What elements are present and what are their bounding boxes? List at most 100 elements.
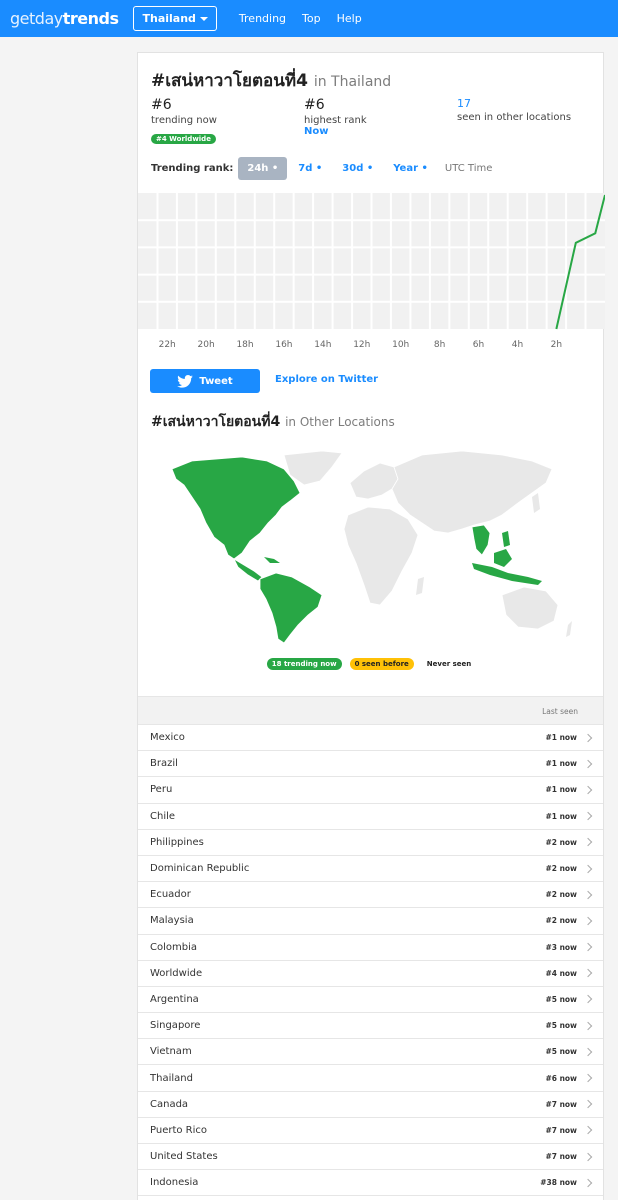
map-south-america[interactable] <box>259 572 323 644</box>
table-row[interactable]: Singapore #5 now <box>138 1013 603 1040</box>
location-rank: #38 now <box>540 1178 577 1188</box>
location-rank: #2 now <box>545 837 577 847</box>
range-tab-7d[interactable]: 7d • <box>289 157 331 180</box>
location-name: Puerto Rico <box>150 1124 208 1136</box>
table-row[interactable]: Argentina #5 now <box>138 987 603 1014</box>
location-name: Peru <box>150 784 173 796</box>
location-name: Dominican Republic <box>150 863 250 875</box>
range-tab-24h-label: 24h <box>247 163 269 174</box>
map-europe[interactable] <box>349 462 399 500</box>
map-madagascar[interactable] <box>416 577 424 595</box>
range-tab-30d[interactable]: 30d • <box>333 157 382 180</box>
table-row[interactable]: Peru #1 now <box>138 777 603 804</box>
chevron-right-icon <box>583 733 593 742</box>
location-rank: #5 now <box>545 1047 577 1057</box>
map-borneo[interactable] <box>494 549 512 567</box>
location-dropdown-label: Thailand <box>142 12 196 25</box>
highest-rank-when: Now <box>304 126 329 137</box>
table-row[interactable]: United States #7 now <box>138 1144 603 1171</box>
location-name: Canada <box>150 1098 189 1110</box>
chart-x-tick-label: 18h <box>236 340 253 350</box>
table-row[interactable]: Chile #1 now <box>138 804 603 830</box>
other-locations-title: #เสน่หาวาโยตอนที่4 in Other Locations <box>151 411 395 433</box>
chevron-right-icon <box>583 759 593 769</box>
chevron-right-icon <box>583 890 593 899</box>
chevron-right-icon <box>583 1099 593 1109</box>
chevron-right-icon <box>583 942 593 952</box>
twitter-bird-icon <box>177 374 194 388</box>
nav-link-trending[interactable]: Trending <box>239 12 286 25</box>
chevron-right-icon <box>583 1021 593 1030</box>
chevron-right-icon <box>583 1047 593 1057</box>
chart-x-tick-label: 4h <box>512 340 523 350</box>
map-philippines[interactable] <box>502 531 510 547</box>
chevron-right-icon <box>583 838 593 847</box>
chevron-right-icon <box>583 1152 593 1161</box>
highest-rank-label: highest rank <box>304 115 367 126</box>
table-row[interactable]: Brazil #1 now <box>138 751 603 778</box>
world-map[interactable] <box>172 449 572 644</box>
location-rank: #2 now <box>545 916 577 926</box>
table-row[interactable]: Indonesia #38 now <box>138 1170 603 1197</box>
logo-part-trends: trends <box>62 9 119 28</box>
location-rank: #1 now <box>545 785 577 795</box>
location-name: Chile <box>150 810 176 822</box>
table-row[interactable]: Puerto Rico #7 now <box>138 1118 603 1144</box>
table-row[interactable]: Dominican Republic #2 now <box>138 856 603 883</box>
stat-highest-rank: #6 highest rank Now <box>304 97 367 137</box>
navbar: getdaytrends Thailand Trending Top Help <box>0 0 618 37</box>
map-australia[interactable] <box>501 586 559 630</box>
map-southeast-asia[interactable] <box>471 524 491 556</box>
chart-x-tick-label: 2h <box>551 340 562 350</box>
map-central-america[interactable] <box>233 557 263 582</box>
table-row[interactable]: Malaysia #2 now <box>138 908 603 935</box>
tweet-button[interactable]: Tweet <box>150 369 260 393</box>
range-tab-year[interactable]: Year • <box>384 157 437 180</box>
location-name: Indonesia <box>150 1177 199 1189</box>
nav-link-top[interactable]: Top <box>302 12 321 25</box>
range-tab-24h[interactable]: 24h • <box>238 157 288 180</box>
location-name: United States <box>150 1151 218 1163</box>
location-rank: #1 now <box>545 759 577 769</box>
table-row[interactable]: Vietnam #5 now <box>138 1039 603 1066</box>
other-locations-count[interactable]: 17 <box>457 97 571 110</box>
map-africa[interactable] <box>343 506 419 606</box>
range-tab-30d-label: 30d <box>342 163 364 174</box>
table-row[interactable]: Worldwide #4 now <box>138 961 603 987</box>
chevron-right-icon <box>583 1178 593 1188</box>
rank-range-label: Trending rank: <box>151 163 234 174</box>
worldwide-badge[interactable]: #4 Worldwide <box>151 134 216 144</box>
map-caribbean[interactable] <box>264 557 280 563</box>
map-japan[interactable] <box>532 493 540 513</box>
title-location: in Thailand <box>313 74 392 90</box>
table-row[interactable]: Colombia #3 now <box>138 935 603 961</box>
trending-rank-value: #6 <box>151 97 172 113</box>
table-row[interactable]: Philippines #2 now <box>138 830 603 856</box>
map-indonesia[interactable] <box>472 563 542 585</box>
nav-link-help[interactable]: Help <box>337 12 362 25</box>
table-row[interactable]: Thailand #6 now <box>138 1065 603 1092</box>
map-asia[interactable] <box>391 450 553 534</box>
site-logo[interactable]: getdaytrends <box>10 9 119 28</box>
location-name: Vietnam <box>150 1046 192 1058</box>
range-tab-7d-label: 7d <box>298 163 313 174</box>
location-name: Argentina <box>150 993 199 1005</box>
table-row[interactable]: Ecuador #2 now <box>138 882 603 909</box>
table-row[interactable]: Canada #7 now <box>138 1092 603 1118</box>
map-new-zealand[interactable] <box>566 621 572 637</box>
stat-trending-now: #6 trending now #4 Worldwide <box>151 97 217 145</box>
chevron-right-icon <box>583 969 593 978</box>
tweet-button-label: Tweet <box>199 375 233 387</box>
chart-x-tick-label: 16h <box>275 340 292 350</box>
hashtag-title-2: #เสน่หาวาโยตอนที่4 <box>151 414 281 430</box>
table-row[interactable]: Mexico #1 now <box>138 725 603 752</box>
trending-rank-label: trending now <box>151 115 217 126</box>
map-north-america[interactable] <box>172 456 301 560</box>
location-name: Worldwide <box>150 967 203 979</box>
explore-on-twitter-link[interactable]: Explore on Twitter <box>275 374 378 385</box>
chevron-right-icon <box>583 864 593 873</box>
location-name: Philippines <box>150 836 204 848</box>
chart-x-tick-label: 20h <box>198 340 215 350</box>
timezone-label[interactable]: UTC Time <box>445 163 492 174</box>
location-dropdown[interactable]: Thailand <box>133 6 217 31</box>
